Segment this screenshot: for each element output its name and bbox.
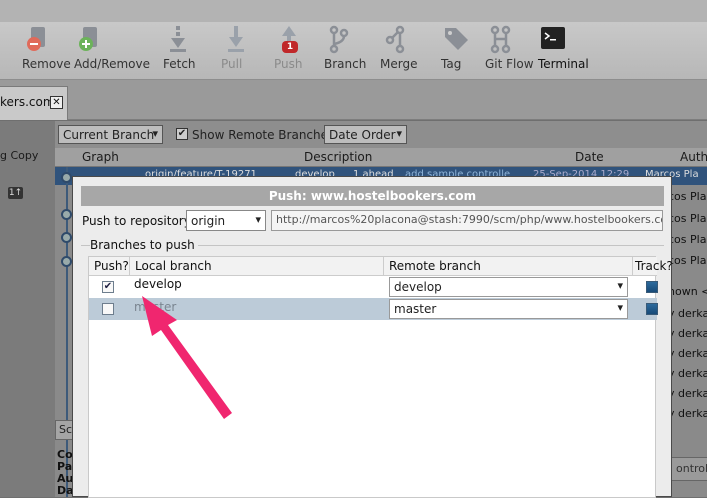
annotation-arrow [142, 296, 232, 419]
arrow-shape [142, 296, 232, 419]
